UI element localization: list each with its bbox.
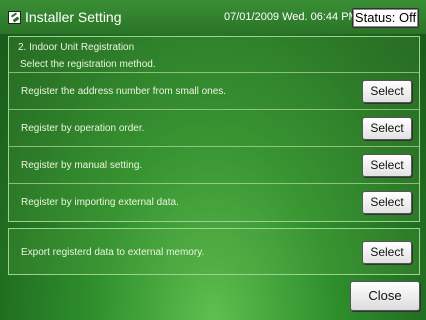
export-panel: Export registerd data to external memory…	[8, 228, 420, 275]
select-button-manual-setting[interactable]: Select	[362, 154, 412, 177]
option-row-operation-order: Register by operation order. Select	[9, 110, 419, 147]
installer-icon	[8, 11, 21, 24]
select-button-export[interactable]: Select	[362, 241, 412, 264]
option-label: Register the address number from small o…	[21, 86, 227, 97]
section-title: 2. Indoor Unit Registration	[18, 42, 135, 53]
option-label: Register by importing external data.	[21, 197, 179, 208]
close-button[interactable]: Close	[350, 281, 420, 311]
option-row-manual-setting: Register by manual setting. Select	[9, 147, 419, 184]
registration-panel: 2. Indoor Unit Registration Select the r…	[8, 36, 420, 222]
datetime-display: 07/01/2009 Wed. 06:44 PM	[224, 11, 358, 23]
section-instruction: Select the registration method.	[20, 59, 156, 70]
header-bar: Installer Setting 07/01/2009 Wed. 06:44 …	[0, 0, 426, 34]
select-button-small-address[interactable]: Select	[362, 80, 412, 103]
option-row-external-data: Register by importing external data. Sel…	[9, 184, 419, 221]
option-row-small-address: Register the address number from small o…	[9, 73, 419, 110]
page-title: Installer Setting	[25, 9, 122, 25]
option-label: Register by manual setting.	[21, 160, 143, 171]
select-button-external-data[interactable]: Select	[362, 191, 412, 214]
status-badge: Status: Off	[352, 8, 419, 28]
select-button-operation-order[interactable]: Select	[362, 117, 412, 140]
option-label: Register by operation order.	[21, 123, 145, 134]
export-label: Export registerd data to external memory…	[21, 247, 205, 258]
